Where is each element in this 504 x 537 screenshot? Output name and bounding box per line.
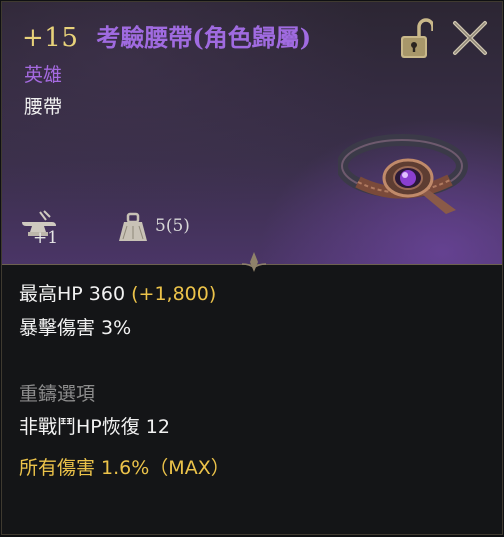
reforge-option-2: 所有傷害 1.6%（MAX） [19, 457, 230, 479]
tooltip-body: 最高HP 360 (+1,800) 暴擊傷害 3% 重鑄選項 非戰鬥HP恢復 1… [2, 265, 502, 534]
belt-item-icon [338, 134, 468, 214]
reforge-option-1: 非戰鬥HP恢復 12 [19, 416, 170, 438]
enhance-level: +15 [22, 23, 79, 53]
title-row: +15 考驗腰帶(角色歸屬) [22, 18, 311, 53]
weight-value: 5(5) [155, 216, 190, 236]
stat-crit-damage: 暴擊傷害 3% [19, 317, 132, 339]
reforge-title: 重鑄選項 [19, 383, 96, 405]
max-hp-bonus: (+1,800) [131, 283, 217, 305]
trade-count: +1 [33, 228, 59, 248]
tooltip-header: +15 考驗腰帶(角色歸屬) 英雄 腰帶 +1 5(5) [2, 2, 502, 265]
item-tooltip: +15 考驗腰帶(角色歸屬) 英雄 腰帶 +1 5(5) 最高HP 360 (+… [1, 1, 503, 535]
item-type: 腰帶 [24, 96, 63, 118]
weight-icon [119, 212, 147, 241]
item-name: 考驗腰帶(角色歸屬) [96, 23, 312, 52]
item-grade: 英雄 [24, 64, 63, 86]
stat-max-hp: 最高HP 360 (+1,800) [19, 279, 216, 306]
close-icon[interactable] [450, 18, 490, 58]
unlocked-padlock-icon[interactable] [399, 16, 433, 60]
max-hp-label: 最高HP 360 [19, 283, 126, 305]
